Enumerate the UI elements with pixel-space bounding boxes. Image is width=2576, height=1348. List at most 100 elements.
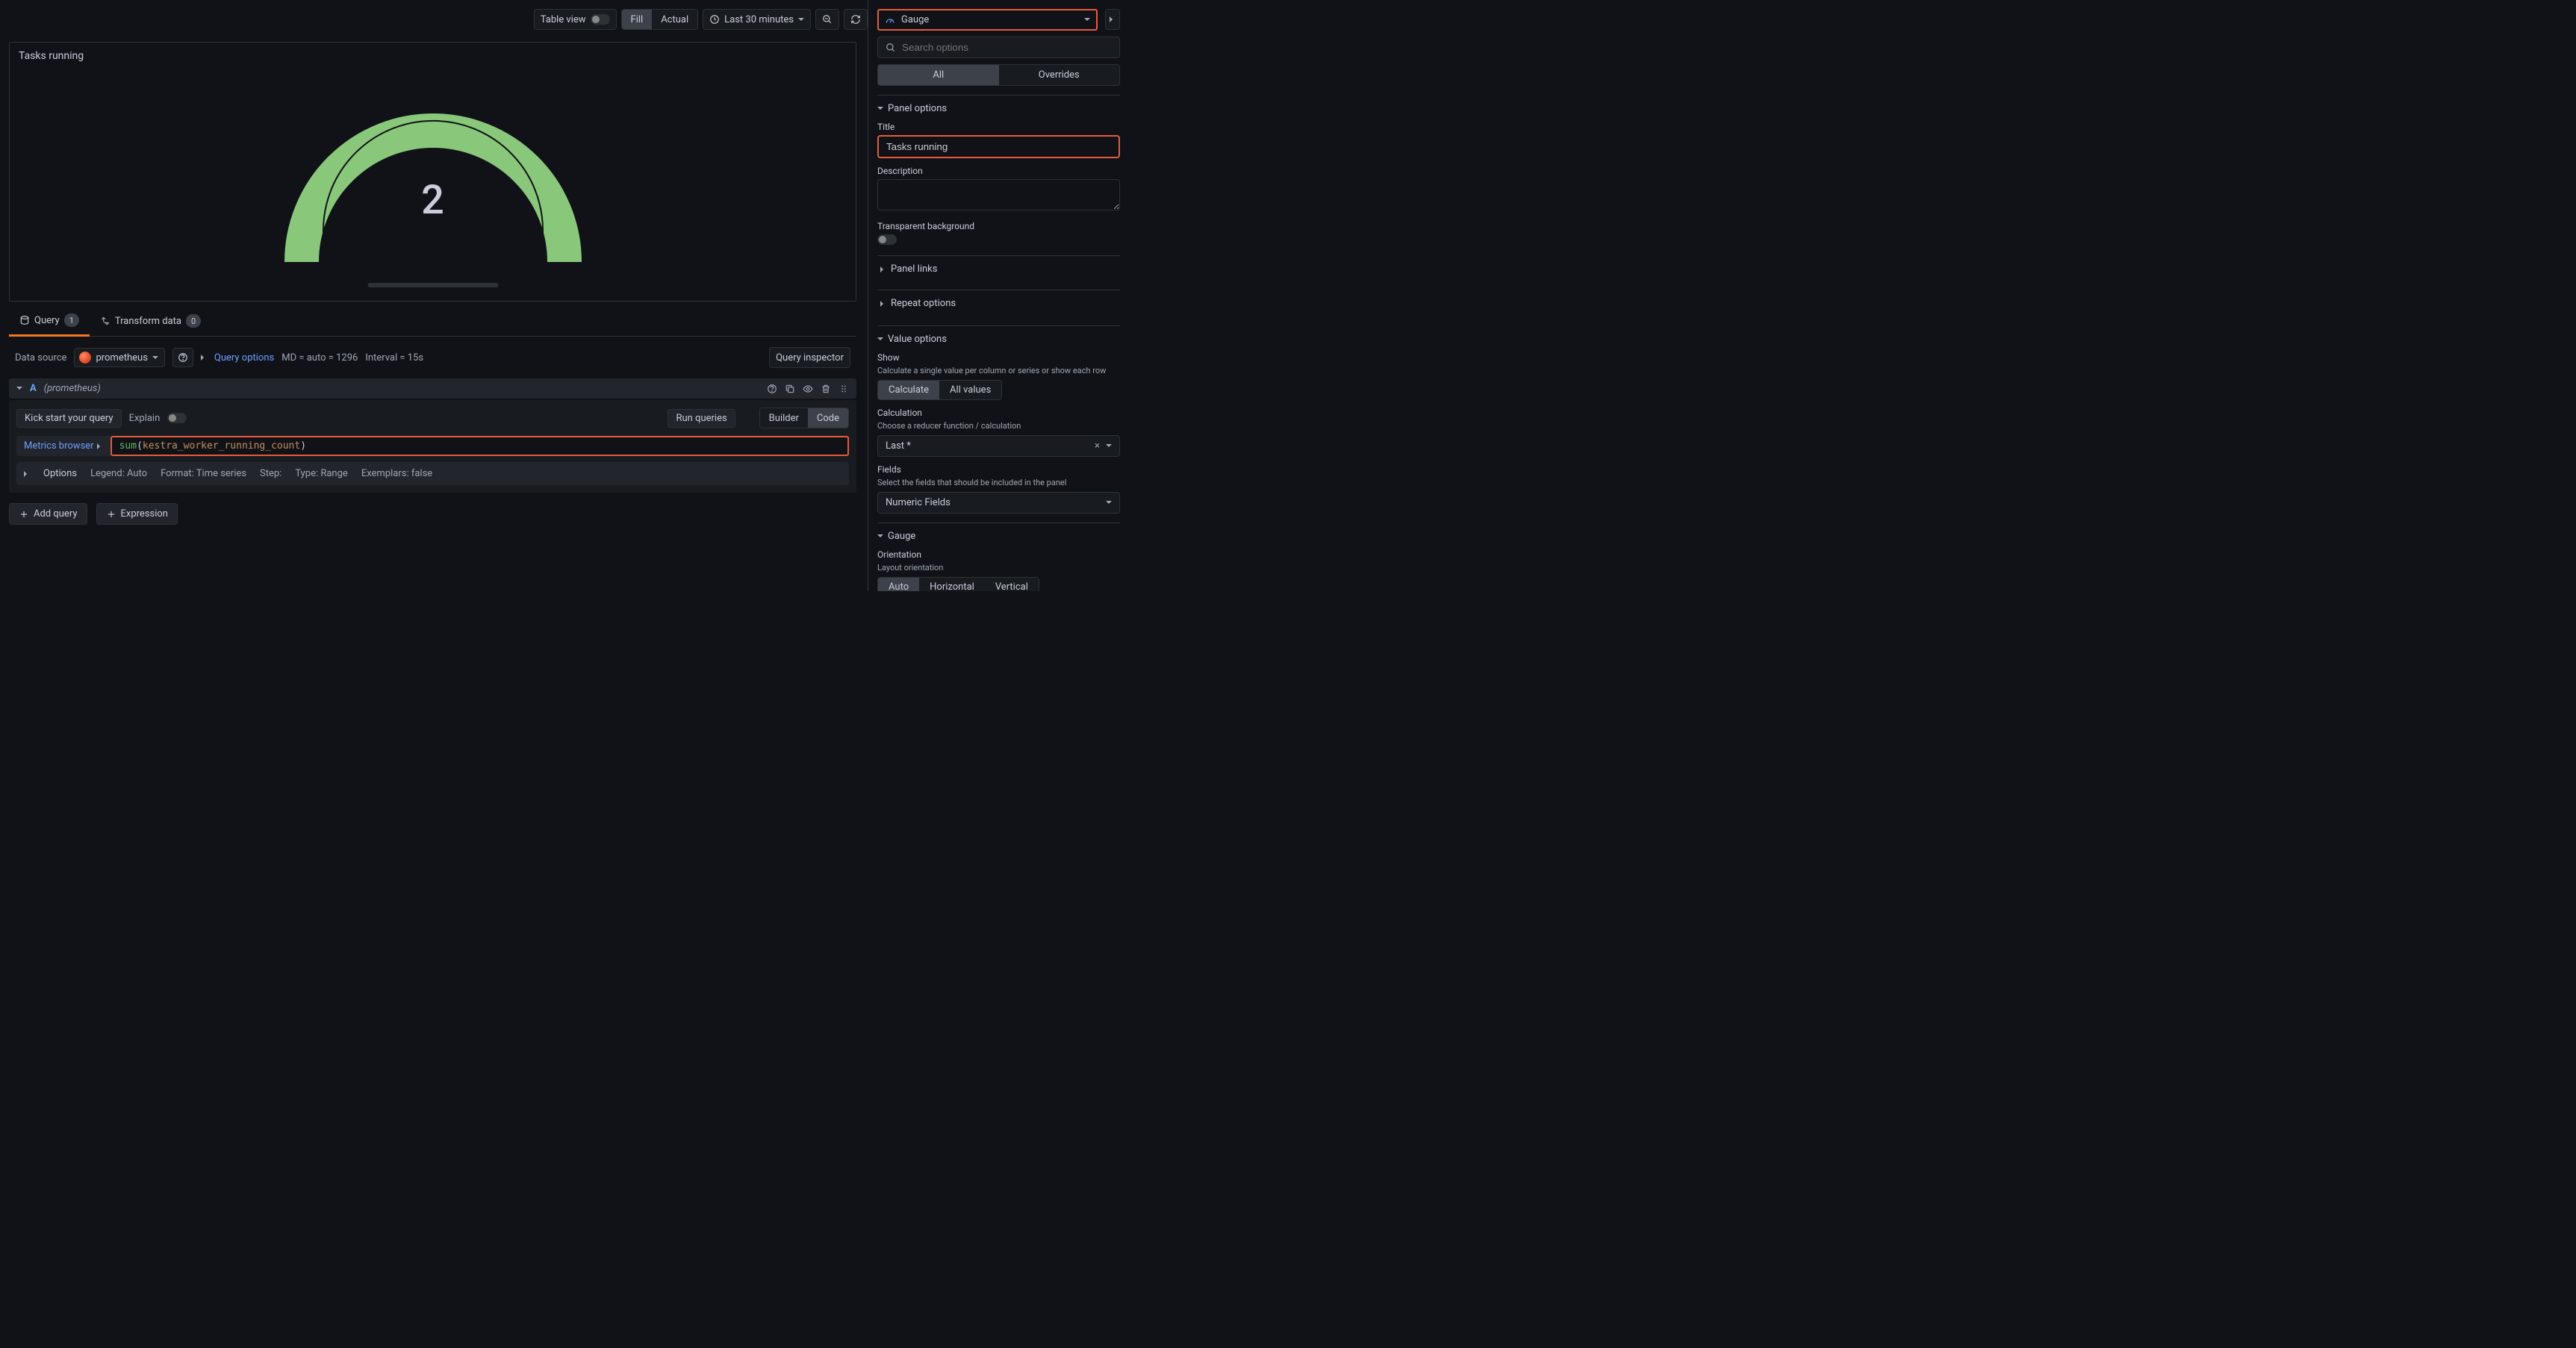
metrics-browser-button[interactable]: Metrics browser [16, 436, 111, 456]
query-options-row[interactable]: Options Legend: Auto Format: Time series… [16, 462, 849, 485]
prometheus-icon [79, 352, 91, 363]
gauge-svg [269, 69, 597, 278]
add-expression-button[interactable]: Expression [96, 503, 178, 525]
builder-button[interactable]: Builder [760, 408, 808, 428]
clock-icon [709, 14, 720, 25]
orientation-vertical[interactable]: Vertical [985, 578, 1039, 591]
refresh-icon [850, 14, 861, 25]
scrollbar[interactable] [367, 283, 498, 287]
fields-value: Numeric Fields [886, 497, 951, 508]
panel-links-label: Panel links [891, 263, 937, 275]
actual-button[interactable]: Actual [652, 10, 697, 29]
chevron-down-icon [798, 18, 804, 24]
plus-icon [19, 509, 29, 519]
query-row-header[interactable]: A (prometheus) [9, 378, 856, 399]
exemplars-info: Exemplars: false [361, 468, 432, 479]
step-info: Step: [260, 468, 281, 479]
help-icon[interactable] [767, 384, 777, 394]
collapse-sidebar-button[interactable] [1105, 9, 1120, 30]
search-icon [886, 43, 896, 53]
panel-links-section[interactable]: Panel links [877, 255, 1120, 282]
clear-icon[interactable]: × [1095, 440, 1100, 452]
code-button[interactable]: Code [808, 408, 848, 428]
run-queries-button[interactable]: Run queries [668, 409, 735, 428]
database-icon [19, 315, 30, 325]
orientation-horizontal[interactable]: Horizontal [919, 578, 985, 591]
zoom-out-icon [822, 14, 833, 25]
orientation-auto[interactable]: Auto [878, 578, 919, 591]
code-open-paren: ( [137, 440, 143, 452]
panel-options-label: Panel options [888, 103, 947, 114]
calculation-select[interactable]: Last * × [877, 435, 1120, 457]
datasource-select[interactable]: prometheus [74, 348, 164, 367]
fill-button[interactable]: Fill [622, 10, 653, 29]
time-range-label: Last 30 minutes [724, 14, 794, 25]
search-options[interactable] [877, 37, 1120, 58]
calculation-desc: Choose a reducer function / calculation [877, 421, 1120, 431]
visualization-picker[interactable]: Gauge [877, 9, 1098, 31]
fields-desc: Select the fields that should be include… [877, 478, 1120, 487]
trash-icon[interactable] [821, 384, 831, 394]
explain-toggle[interactable] [167, 413, 187, 423]
copy-icon[interactable] [785, 384, 795, 394]
eye-icon[interactable] [803, 384, 813, 394]
tab-all[interactable]: All [878, 65, 999, 85]
code-close-paren: ) [300, 440, 306, 452]
chevron-right-icon [880, 266, 886, 272]
panel-options-header[interactable]: Panel options [877, 103, 1120, 114]
chevron-right-icon [880, 301, 886, 307]
show-desc: Calculate a single value per column or s… [877, 366, 1120, 375]
repeat-options-label: Repeat options [891, 298, 956, 309]
value-options-header[interactable]: Value options [877, 334, 1120, 345]
refresh-button[interactable] [844, 9, 868, 30]
kick-start-button[interactable]: Kick start your query [16, 409, 122, 428]
transparent-label: Transparent background [877, 221, 1120, 231]
orientation-label: Orientation [877, 549, 1120, 560]
transform-icon [100, 316, 111, 326]
description-input[interactable] [877, 179, 1120, 210]
type-info: Type: Range [295, 468, 347, 479]
title-input[interactable] [877, 135, 1120, 158]
all-values-option[interactable]: All values [939, 381, 1001, 399]
plus-icon [106, 509, 116, 519]
tab-transform-label: Transform data [115, 316, 181, 327]
tab-transform[interactable]: Transform data 0 [90, 306, 211, 336]
chevron-down-icon [877, 534, 883, 540]
table-view-toggle[interactable]: Table view [534, 9, 617, 30]
query-options-link[interactable]: Query options [214, 352, 274, 363]
repeat-options-section[interactable]: Repeat options [877, 290, 1120, 316]
search-input[interactable] [902, 42, 1112, 53]
drag-icon[interactable] [839, 384, 849, 394]
add-query-label: Add query [34, 508, 78, 519]
expression-label: Expression [121, 508, 169, 519]
calculate-option[interactable]: Calculate [878, 381, 939, 399]
options-label: Options [43, 468, 77, 479]
query-expression-input[interactable]: sum(kestra_worker_running_count) [111, 436, 849, 456]
chevron-right-icon [24, 471, 30, 477]
tab-overrides[interactable]: Overrides [999, 65, 1120, 85]
transparent-toggle[interactable] [877, 234, 897, 245]
format-info: Format: Time series [161, 468, 246, 479]
add-query-button[interactable]: Add query [9, 503, 87, 525]
chevron-down-icon [877, 107, 883, 113]
gauge-section-header[interactable]: Gauge [877, 531, 1120, 542]
tab-query[interactable]: Query 1 [9, 306, 90, 337]
chevron-right-icon [201, 355, 207, 361]
fill-actual-group: Fill Actual [621, 9, 699, 30]
datasource-name: prometheus [96, 352, 147, 363]
visualization-name: Gauge [901, 14, 929, 25]
title-label: Title [877, 122, 1120, 132]
fields-select[interactable]: Numeric Fields [877, 492, 1120, 514]
query-md: MD = auto = 1296 [281, 352, 358, 363]
chevron-down-icon [1106, 444, 1112, 450]
time-range-picker[interactable]: Last 30 minutes [703, 9, 811, 30]
datasource-help-button[interactable] [172, 348, 193, 367]
table-view-label: Table view [541, 14, 586, 25]
all-overrides-tabs: All Overrides [877, 64, 1120, 86]
zoom-out-button[interactable] [815, 9, 839, 30]
query-inspector-button[interactable]: Query inspector [769, 347, 850, 368]
code-function: sum [119, 440, 137, 452]
builder-code-group: Builder Code [759, 408, 849, 428]
toggle-off-icon [591, 14, 610, 25]
tab-query-label: Query [34, 315, 60, 326]
